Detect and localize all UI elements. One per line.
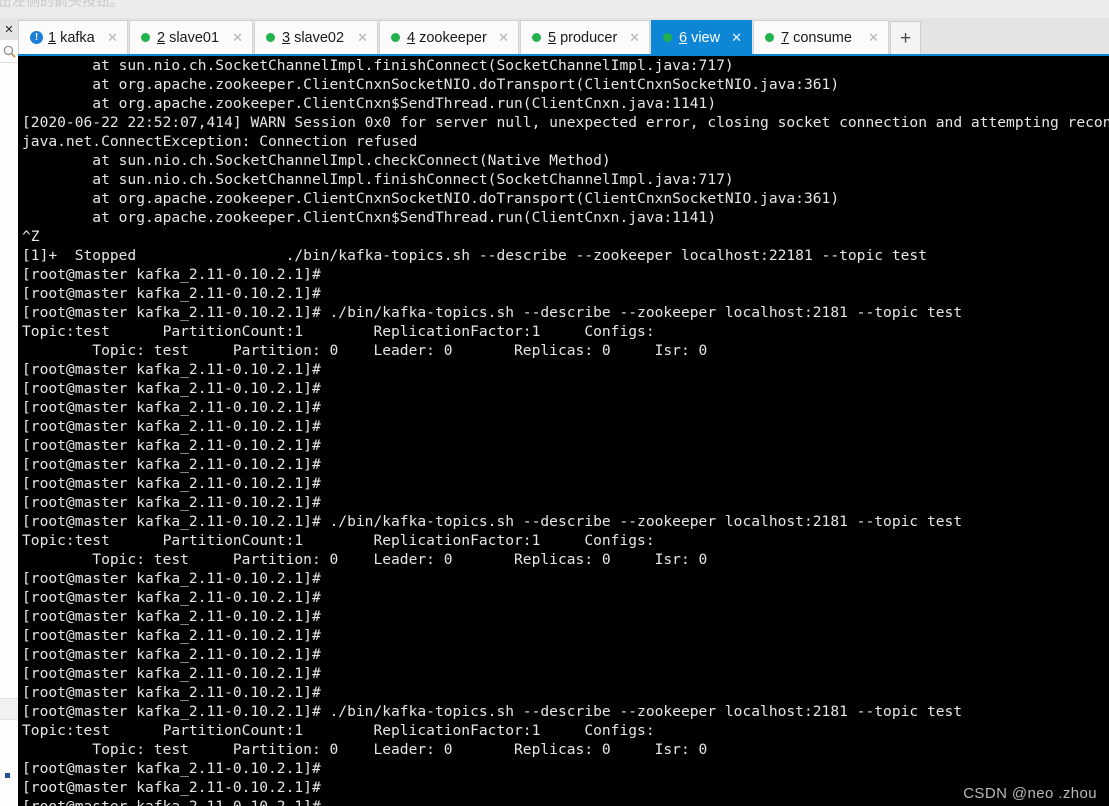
status-dot-icon: [532, 33, 541, 42]
terminal-line: [root@master kafka_2.11-0.10.2.1]#: [22, 494, 321, 511]
terminal-line: [root@master kafka_2.11-0.10.2.1]#: [22, 646, 321, 663]
tab-slave02-number: 3: [282, 29, 291, 46]
terminal-line: [root@master kafka_2.11-0.10.2.1]#: [22, 399, 321, 416]
tab-bar: ! 1 kafka ✕ 2 slave01 ✕ 3 slave02 ✕ 4 zo…: [18, 18, 1109, 54]
tab-view-label: view: [691, 29, 721, 46]
tab-view-close-icon[interactable]: ✕: [726, 30, 747, 46]
tab-consume-label: consume: [793, 29, 852, 46]
tab-consume[interactable]: 7 consume ✕: [753, 20, 889, 54]
terminal-line: [root@master kafka_2.11-0.10.2.1]#: [22, 608, 321, 625]
terminal-line: [root@master kafka_2.11-0.10.2.1]# ./bin…: [22, 513, 963, 530]
tab-slave02-label: slave02: [294, 29, 345, 46]
tab-kafka[interactable]: ! 1 kafka ✕: [18, 20, 128, 54]
plus-icon: +: [899, 27, 912, 49]
terminal-output-pane[interactable]: at sun.nio.ch.SocketChannelImpl.finishCo…: [18, 54, 1109, 806]
tab-producer-number: 5: [548, 29, 557, 46]
terminal-line: [root@master kafka_2.11-0.10.2.1]#: [22, 418, 321, 435]
watermark: CSDN @neo .zhou: [963, 785, 1097, 802]
terminal-line: [root@master kafka_2.11-0.10.2.1]# ./bin…: [22, 703, 963, 720]
tab-producer[interactable]: 5 producer ✕: [520, 20, 650, 54]
tab-producer-label: producer: [560, 29, 618, 46]
terminal-line: Topic: test Partition: 0 Leader: 0 Repli…: [22, 551, 708, 568]
terminal-line: at org.apache.zookeeper.ClientCnxn$SendT…: [22, 209, 717, 226]
terminal-line: [1]+ Stopped ./bin/kafka-topics.sh --des…: [22, 247, 927, 264]
tab-zookeeper[interactable]: 4 zookeeper ✕: [379, 20, 519, 54]
terminal-line-list: at sun.nio.ch.SocketChannelImpl.finishCo…: [22, 56, 1109, 806]
terminal-line: [root@master kafka_2.11-0.10.2.1]#: [22, 797, 1109, 806]
search-icon-glyph: [3, 45, 16, 58]
search-icon[interactable]: [0, 40, 18, 63]
tab-consume-number: 7: [781, 29, 790, 46]
terminal-line: [root@master kafka_2.11-0.10.2.1]#: [22, 285, 321, 302]
tab-slave02[interactable]: 3 slave02 ✕: [254, 20, 378, 54]
terminal-line: at sun.nio.ch.SocketChannelImpl.finishCo…: [22, 171, 734, 188]
tab-producer-close-icon[interactable]: ✕: [624, 30, 645, 46]
terminal-line: [root@master kafka_2.11-0.10.2.1]#: [22, 627, 321, 644]
top-hint-text: 击左侧的箭头按钮。: [0, 0, 124, 10]
terminal-line: ^Z: [22, 228, 40, 245]
rail-indicator-dot: [5, 773, 10, 778]
tab-view[interactable]: 6 view ✕: [651, 20, 752, 54]
terminal-line: Topic:test PartitionCount:1 ReplicationF…: [22, 722, 655, 739]
close-icon-glyph: ✕: [4, 23, 14, 36]
terminal-line: at org.apache.zookeeper.ClientCnxnSocket…: [22, 190, 840, 207]
tab-slave01-label: slave01: [169, 29, 220, 46]
terminal-line: Topic: test Partition: 0 Leader: 0 Repli…: [22, 342, 708, 359]
terminal-line: [root@master kafka_2.11-0.10.2.1]# ./bin…: [22, 304, 963, 321]
terminal-line: Topic: test Partition: 0 Leader: 0 Repli…: [22, 741, 708, 758]
terminal-line: [2020-06-22 22:52:07,414] WARN Session 0…: [22, 114, 1109, 131]
tab-zookeeper-label: zookeeper: [419, 29, 487, 46]
terminal-line: [root@master kafka_2.11-0.10.2.1]#: [22, 760, 321, 777]
tab-zookeeper-close-icon[interactable]: ✕: [493, 30, 514, 46]
status-dot-icon: [266, 33, 275, 42]
status-dot-icon: [391, 33, 400, 42]
terminal-line: [root@master kafka_2.11-0.10.2.1]#: [22, 684, 321, 701]
terminal-line: [root@master kafka_2.11-0.10.2.1]#: [22, 589, 321, 606]
status-dot-icon: [765, 33, 774, 42]
terminal-line: [root@master kafka_2.11-0.10.2.1]#: [22, 475, 321, 492]
terminal-line: Topic:test PartitionCount:1 ReplicationF…: [22, 323, 655, 340]
terminal-line: [root@master kafka_2.11-0.10.2.1]#: [22, 665, 321, 682]
alert-icon: !: [30, 31, 43, 44]
terminal-app-window: 击左侧的箭头按钮。 ✕ ! 1 kafka ✕ 2 slave01 ✕ 3 sl…: [0, 0, 1109, 806]
new-tab-button[interactable]: +: [890, 21, 921, 54]
tab-kafka-close-icon[interactable]: ✕: [102, 30, 123, 46]
terminal-line: at sun.nio.ch.SocketChannelImpl.finishCo…: [22, 57, 734, 74]
terminal-line: [root@master kafka_2.11-0.10.2.1]#: [22, 570, 321, 587]
terminal-line: at org.apache.zookeeper.ClientCnxn$SendT…: [22, 95, 717, 112]
tab-kafka-label: kafka: [60, 29, 95, 46]
terminal-line: [root@master kafka_2.11-0.10.2.1]#: [22, 380, 321, 397]
terminal-line: [root@master kafka_2.11-0.10.2.1]#: [22, 437, 321, 454]
status-dot-icon: [141, 33, 150, 42]
terminal-line: [root@master kafka_2.11-0.10.2.1]#: [22, 361, 321, 378]
terminal-line: java.net.ConnectException: Connection re…: [22, 133, 418, 150]
terminal-line: Topic:test PartitionCount:1 ReplicationF…: [22, 532, 655, 549]
left-rail: ✕: [0, 18, 19, 806]
terminal-line: [root@master kafka_2.11-0.10.2.1]#: [22, 779, 321, 796]
rail-separator: [0, 698, 18, 720]
status-dot-icon: [663, 33, 672, 42]
tab-slave02-close-icon[interactable]: ✕: [352, 30, 373, 46]
tab-slave01-close-icon[interactable]: ✕: [227, 30, 248, 46]
terminal-line: at sun.nio.ch.SocketChannelImpl.checkCon…: [22, 152, 611, 169]
terminal-line: at org.apache.zookeeper.ClientCnxnSocket…: [22, 76, 840, 93]
close-icon[interactable]: ✕: [0, 18, 18, 41]
tab-consume-close-icon[interactable]: ✕: [863, 30, 884, 46]
tab-kafka-number: 1: [48, 29, 57, 46]
terminal-line: [root@master kafka_2.11-0.10.2.1]#: [22, 456, 321, 473]
terminal-line: [root@master kafka_2.11-0.10.2.1]#: [22, 266, 321, 283]
top-hint-strip: 击左侧的箭头按钮。: [0, 0, 1109, 18]
tab-slave01[interactable]: 2 slave01 ✕: [129, 20, 253, 54]
tab-slave01-number: 2: [157, 29, 166, 46]
tab-view-number: 6: [679, 29, 688, 46]
tab-zookeeper-number: 4: [407, 29, 416, 46]
